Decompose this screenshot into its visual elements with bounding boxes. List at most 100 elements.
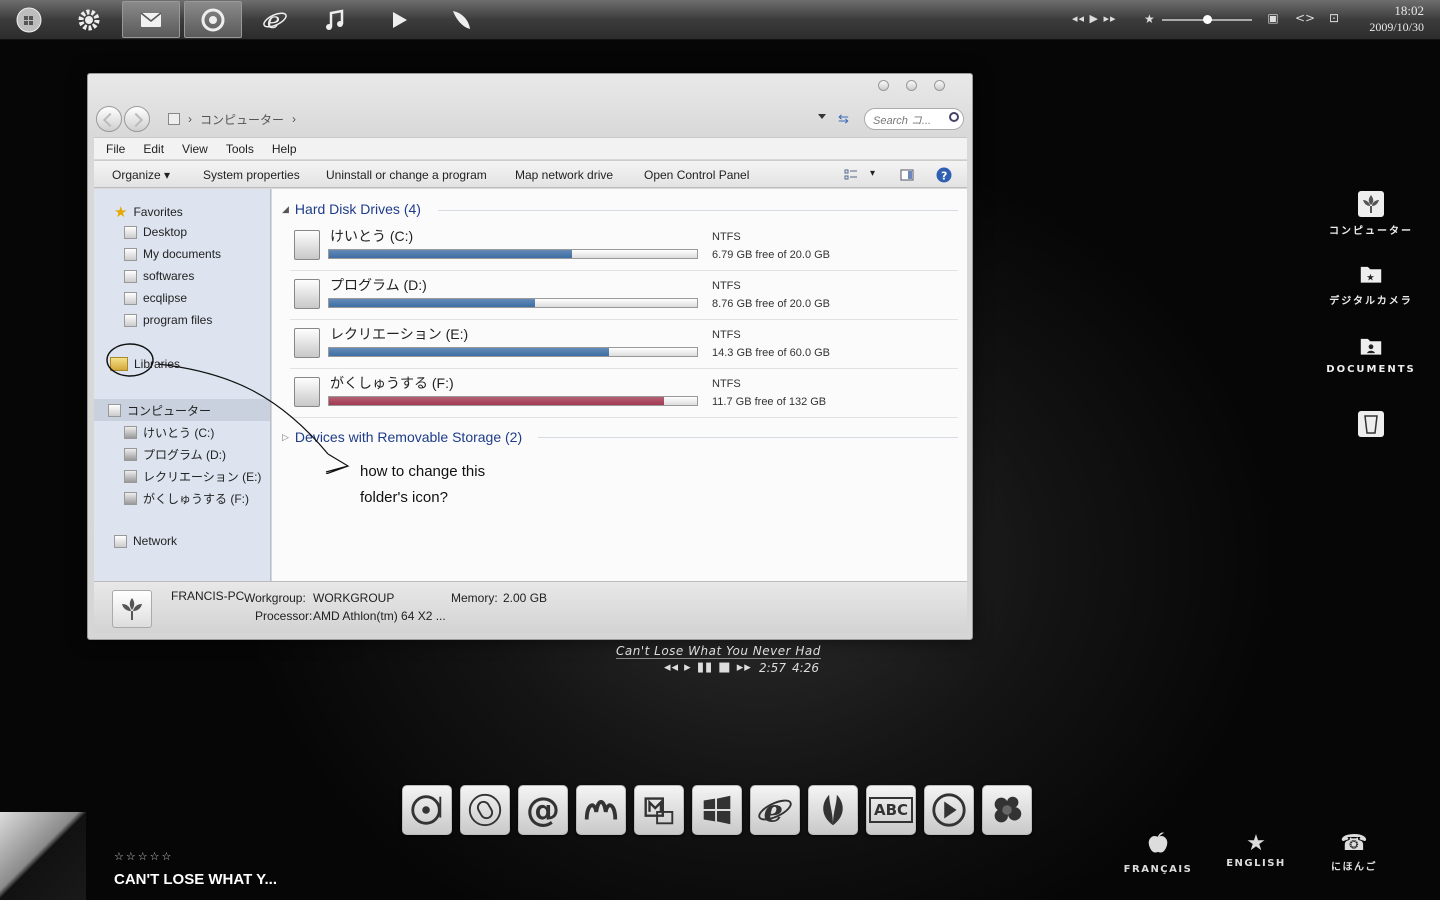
clock-date: 2009/10/30 [1369,20,1424,34]
gear-icon[interactable] [60,1,118,38]
breadcrumb-computer[interactable]: コンピューター [200,111,284,128]
clock[interactable]: 18:02 2009/10/30 [1350,3,1424,35]
organize-button[interactable]: Organize ▾ [112,168,170,182]
hard-drive-icon [294,377,320,407]
close-button[interactable] [934,80,945,91]
map-network-drive-button[interactable]: Map network drive [515,168,613,182]
language-french-button[interactable]: FRANÇAIS [1118,830,1198,875]
nav-drive-e[interactable]: レクリエーション (E:) [124,468,261,485]
volume-knob[interactable] [1203,15,1212,24]
nav-favorite-softwares[interactable]: softwares [124,269,194,283]
menu-edit[interactable]: Edit [137,142,170,156]
feather-icon[interactable] [432,1,490,38]
annotation-text-line2: folder's icon? [360,489,448,506]
menu-file[interactable]: File [100,142,131,156]
dock-leaf-icon[interactable] [808,785,858,835]
desktop-icon-documents[interactable]: DOCUMENTS [1316,332,1426,375]
player-total: 4:26 [792,661,819,675]
language-english-button[interactable]: ★ ENGLISH [1216,830,1296,869]
chrome-icon[interactable] [184,1,242,38]
uninstall-program-button[interactable]: Uninstall or change a program [326,168,487,182]
network-icon [114,534,127,548]
menu-tools[interactable]: Tools [220,142,260,156]
media-controls[interactable]: ◂◂ ▶ ▸▸ [1072,12,1117,25]
drive-free-space: 8.76 GB free of 20.0 GB [712,298,831,310]
collapse-icon[interactable]: ◢ [282,204,289,215]
address-bar[interactable]: › コンピューター › [168,109,296,129]
dock-media-player-icon[interactable] [402,785,452,835]
dock-mouse-icon[interactable] [460,785,510,835]
drive-row-c[interactable]: けいとう (C:) NTFS 6.79 GB free of 20.0 GB [290,225,958,271]
dock-messenger-icon[interactable] [576,785,626,835]
nav-favorite-my-documents[interactable]: My documents [124,247,221,261]
computer-small-icon [168,113,180,125]
windows-orb-icon[interactable] [0,1,58,38]
dock-windows-icon[interactable] [692,785,742,835]
dock-flower-icon[interactable] [982,785,1032,835]
internet-explorer-icon[interactable]: e [246,1,304,38]
dock-internet-explorer-icon[interactable]: e [750,785,800,835]
address-dropdown-icon[interactable] [818,114,826,119]
system-properties-button[interactable]: System properties [203,168,300,182]
play-icon[interactable] [370,1,428,38]
player-elapsed: 2:57 [759,661,786,675]
desktop-icon-label: コンピューター [1329,226,1413,237]
page-curl[interactable] [0,812,86,900]
code-tray-icon[interactable]: <> [1295,11,1315,27]
nav-drive-c[interactable]: けいとう (C:) [124,424,214,441]
star-icon[interactable]: ★ [1144,12,1155,26]
menu-help[interactable]: Help [266,142,303,156]
refresh-icon[interactable]: ⇆ [838,111,849,127]
expand-icon[interactable]: ▷ [282,432,289,443]
nav-favorite-ecqlipse[interactable]: ecqlipse [124,291,187,305]
dock-email-at-icon[interactable]: @ [518,785,568,835]
player-controls[interactable]: ◂◂ ▸ ▮▮ ■ ▸▸ [664,660,752,675]
drive-usage-fill [329,397,664,405]
language-japanese-button[interactable]: ☎ にほんご [1314,830,1394,873]
trash-icon [1357,410,1385,438]
rating-stars[interactable]: ☆☆☆☆☆ [114,850,173,863]
dock-music-score-icon[interactable] [634,785,684,835]
nav-favorite-desktop[interactable]: Desktop [124,225,187,239]
monitor-tray-icon[interactable]: ⊡ [1326,11,1342,27]
back-button[interactable] [96,106,122,132]
desktop-icon-recycle-bin[interactable] [1316,410,1426,438]
nav-favorites[interactable]: ★ Favorites [114,203,183,221]
mail-icon[interactable] [122,1,180,38]
dock-play-icon[interactable] [924,785,974,835]
nav-drive-f[interactable]: がくしゅうする (F:) [124,490,249,507]
drive-row-f[interactable]: がくしゅうする (F:) NTFS 11.7 GB free of 132 GB [290,372,958,418]
dock-abc-icon[interactable]: ABC [866,785,916,835]
explorer-window: › コンピューター › ⇆ Search コ... File Edit View… [87,73,973,640]
group-hard-disk-drives[interactable]: ◢ Hard Disk Drives (4) [282,201,421,217]
favorites-star-icon: ★ [114,204,128,221]
open-control-panel-button[interactable]: Open Control Panel [644,168,749,182]
view-options-icon[interactable] [844,168,858,182]
memory-label: Memory: [451,591,498,605]
nav-network[interactable]: Network [114,534,177,548]
nav-favorite-program-files[interactable]: program files [124,313,212,327]
group-removable-storage[interactable]: ▷ Devices with Removable Storage (2) [282,429,522,445]
details-pane: FRANCIS-PC Workgroup: WORKGROUP Memory: … [94,581,967,633]
star-folder-icon: ★ [1357,260,1385,288]
search-input[interactable]: Search コ... [864,108,964,130]
minimize-button[interactable] [878,80,889,91]
search-icon[interactable] [949,112,959,122]
menu-view[interactable]: View [176,142,214,156]
network-tray-icon[interactable]: ▣ [1265,11,1281,27]
forward-button[interactable] [124,106,150,132]
drive-row-e[interactable]: レクリエーション (E:) NTFS 14.3 GB free of 60.0 … [290,323,958,369]
desktop-icon-computer[interactable]: コンピューター [1316,190,1426,237]
nav-drive-d[interactable]: プログラム (D:) [124,446,226,463]
svg-text:★: ★ [1366,272,1374,283]
drive-row-d[interactable]: プログラム (D:) NTFS 8.76 GB free of 20.0 GB [290,274,958,320]
preview-pane-icon[interactable] [900,168,914,182]
player-track-title[interactable]: Can't Lose What You Never Had [616,644,821,659]
view-dropdown-icon[interactable]: ▾ [870,168,875,179]
maximize-button[interactable] [906,80,917,91]
nav-computer[interactable]: コンピューター [108,402,211,419]
drive-icon [124,492,137,505]
desktop-icon-digital-camera[interactable]: ★ デジタルカメラ [1316,260,1426,307]
music-note-icon[interactable] [306,1,364,38]
help-icon[interactable]: ? [936,167,952,183]
